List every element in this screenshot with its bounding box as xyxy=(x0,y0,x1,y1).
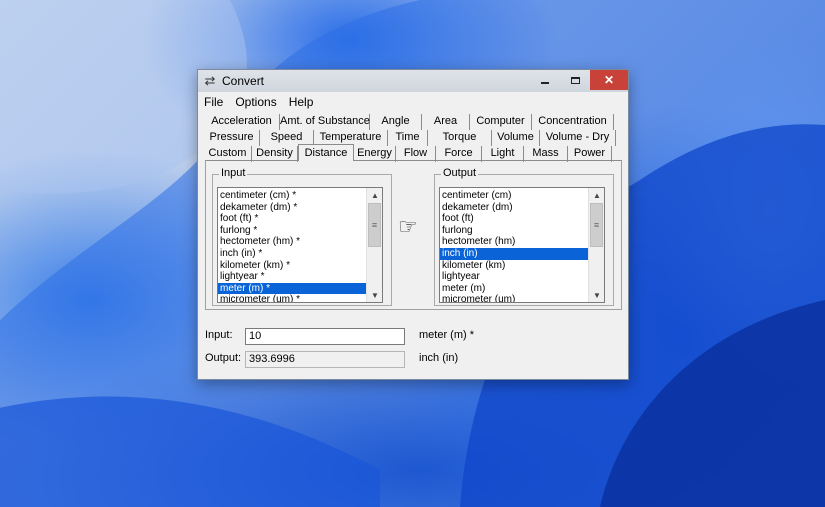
close-icon: ✕ xyxy=(603,73,615,87)
list-item[interactable]: dekameter (dm) xyxy=(440,202,590,214)
input-list-items: centimeter (cm) * dekameter (dm) * foot … xyxy=(218,190,368,302)
output-group-label: Output xyxy=(441,167,479,179)
title-bar[interactable]: ⇄ Convert ✕ xyxy=(198,70,628,92)
list-item[interactable]: hectometer (hm) xyxy=(440,236,590,248)
list-item[interactable]: micrometer (um) xyxy=(440,294,590,302)
tab-concentration[interactable]: Concentration xyxy=(532,114,614,130)
input-label: Input: xyxy=(205,329,233,341)
chevron-down-icon[interactable]: ▼ xyxy=(367,288,382,302)
category-tabs: Acceleration Amt. of Substance Angle Are… xyxy=(204,112,622,162)
list-item-selected[interactable]: meter (m) * xyxy=(218,282,368,295)
window-title: Convert xyxy=(222,74,265,88)
list-item[interactable]: centimeter (cm) xyxy=(440,190,590,202)
input-unit-label: meter (m) * xyxy=(419,329,474,341)
tab-amt-of-substance[interactable]: Amt. of Substance xyxy=(280,114,370,130)
tab-volume[interactable]: Volume xyxy=(492,130,540,146)
pointing-hand-icon: ☞ xyxy=(398,214,418,239)
tab-torque[interactable]: Torque xyxy=(428,130,492,146)
list-item[interactable]: lightyear xyxy=(440,271,590,283)
list-item[interactable]: centimeter (cm) * xyxy=(218,190,368,202)
tab-pressure[interactable]: Pressure xyxy=(204,130,260,146)
maximize-button[interactable] xyxy=(560,70,590,90)
tab-computer[interactable]: Computer xyxy=(470,114,532,130)
minimize-icon xyxy=(541,82,549,84)
tab-acceleration[interactable]: Acceleration xyxy=(204,114,280,130)
list-item[interactable]: foot (ft) * xyxy=(218,213,368,225)
maximize-icon xyxy=(570,76,580,84)
minimize-button[interactable] xyxy=(530,70,560,90)
list-item-selected[interactable]: inch (in) xyxy=(440,247,590,260)
scroll-grip-icon: ≡ xyxy=(371,220,378,230)
list-item[interactable]: kilometer (km) * xyxy=(218,260,368,272)
tab-row-2: Pressure Speed Temperature Time Torque V… xyxy=(204,130,622,146)
tab-time[interactable]: Time xyxy=(388,130,428,146)
chevron-up-icon[interactable]: ▲ xyxy=(367,188,382,202)
scroll-thumb[interactable]: ≡ xyxy=(590,203,603,247)
output-list-items: centimeter (cm) dekameter (dm) foot (ft)… xyxy=(440,190,590,302)
output-group: Output centimeter (cm) dekameter (dm) fo… xyxy=(434,167,614,306)
list-item[interactable]: micrometer (um) * xyxy=(218,294,368,302)
list-item[interactable]: meter (m) xyxy=(440,283,590,295)
convert-icon: ⇄ xyxy=(204,73,216,88)
input-value-field[interactable]: 10 xyxy=(245,328,405,345)
list-item[interactable]: hectometer (hm) * xyxy=(218,236,368,248)
list-item[interactable]: dekameter (dm) * xyxy=(218,202,368,214)
tab-row-1: Acceleration Amt. of Substance Angle Are… xyxy=(204,114,622,130)
input-unit-list[interactable]: centimeter (cm) * dekameter (dm) * foot … xyxy=(217,187,383,303)
list-item[interactable]: inch (in) * xyxy=(218,248,368,260)
menu-options[interactable]: Options xyxy=(229,95,282,109)
tab-volume-dry[interactable]: Volume - Dry xyxy=(540,130,616,146)
output-list-scrollbar[interactable]: ▲ ≡ ▼ xyxy=(588,188,604,302)
caption-buttons: ✕ xyxy=(530,70,628,92)
convert-window: ⇄ Convert ✕ File Options Help Accelerati… xyxy=(197,69,629,380)
input-group-label: Input xyxy=(219,167,248,179)
scroll-grip-icon: ≡ xyxy=(593,220,600,230)
input-group: Input centimeter (cm) * dekameter (dm) *… xyxy=(212,167,392,306)
output-unit-label: inch (in) xyxy=(419,352,459,364)
tab-area[interactable]: Area xyxy=(422,114,470,130)
list-item[interactable]: lightyear * xyxy=(218,271,368,283)
chevron-down-icon[interactable]: ▼ xyxy=(589,288,604,302)
menu-file[interactable]: File xyxy=(198,95,229,109)
output-label: Output: xyxy=(205,352,242,364)
chevron-up-icon[interactable]: ▲ xyxy=(589,188,604,202)
list-item[interactable]: furlong xyxy=(440,225,590,237)
output-value-field: 393.6996 xyxy=(245,351,405,368)
tab-distance[interactable]: Distance xyxy=(298,144,354,161)
list-item[interactable]: furlong * xyxy=(218,225,368,237)
list-item[interactable]: foot (ft) xyxy=(440,213,590,225)
input-list-scrollbar[interactable]: ▲ ≡ ▼ xyxy=(366,188,382,302)
list-item[interactable]: kilometer (km) xyxy=(440,260,590,272)
close-button[interactable]: ✕ xyxy=(590,70,628,90)
menu-help[interactable]: Help xyxy=(283,95,320,109)
scroll-thumb[interactable]: ≡ xyxy=(368,203,381,247)
menu-bar: File Options Help xyxy=(198,93,319,111)
output-unit-list[interactable]: centimeter (cm) dekameter (dm) foot (ft)… xyxy=(439,187,605,303)
tab-angle[interactable]: Angle xyxy=(370,114,422,130)
